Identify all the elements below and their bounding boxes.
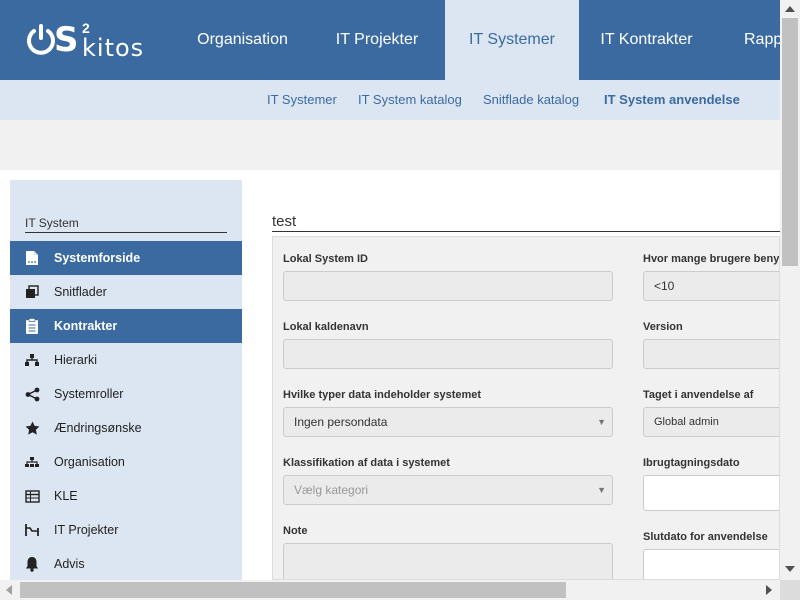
classification-select[interactable]: Vælg kategori ▼ — [283, 475, 613, 505]
sidebar-item-systemforside[interactable]: Systemforside — [10, 241, 242, 275]
sidebar-item-hierarki[interactable]: Hierarki — [10, 343, 242, 377]
chevron-down-icon: ▼ — [597, 417, 606, 427]
end-date-field[interactable] — [643, 549, 779, 579]
chevron-down-icon: ▼ — [597, 485, 606, 495]
sidebar: IT System Systemforside Snitflader Kontr… — [10, 180, 242, 580]
logo-kitos: kitos — [82, 34, 145, 62]
sidebar-item-label: Organisation — [54, 455, 125, 469]
window-icon — [10, 285, 54, 299]
local-name-label: Lokal kaldenavn — [283, 321, 369, 333]
sitemap-icon — [10, 353, 54, 367]
data-types-select[interactable]: Ingen persondata ▼ — [283, 407, 613, 437]
data-types-value: Ingen persondata — [294, 415, 388, 429]
scrollbar-corner — [780, 580, 800, 600]
power-icon — [27, 24, 55, 55]
nav-rapporter[interactable]: Rapp — [724, 0, 780, 80]
start-date-label: Ibrugtagningsdato — [643, 457, 740, 469]
bell-icon — [10, 556, 54, 572]
sidebar-title: IT System — [25, 216, 227, 233]
users-count-label: Hvor mange brugere benytt — [643, 253, 780, 265]
nav-it-kontrakter[interactable]: IT Kontrakter — [584, 0, 709, 80]
sidebar-item-label: Systemroller — [54, 387, 124, 401]
gray-band — [0, 120, 780, 170]
version-field[interactable] — [643, 339, 779, 369]
start-date-field[interactable] — [643, 475, 779, 511]
nav-it-projekter[interactable]: IT Projekter — [318, 0, 436, 80]
scroll-down-icon[interactable] — [785, 566, 795, 572]
sidebar-item-systemroller[interactable]: Systemroller — [10, 377, 242, 411]
scroll-right-icon[interactable] — [766, 585, 772, 595]
sidebar-item-label: Snitflader — [54, 285, 107, 299]
classification-placeholder: Vælg kategori — [294, 483, 369, 497]
classification-label: Klassifikation af data i systemet — [283, 457, 450, 469]
project-icon — [10, 523, 54, 537]
horizontal-scrollbar[interactable] — [0, 580, 780, 600]
share-icon — [10, 387, 54, 402]
nav-organisation[interactable]: Organisation — [180, 0, 305, 80]
sidebar-item-label: KLE — [54, 489, 78, 503]
sidebar-item-aendringsonske[interactable]: Ændringsønske — [10, 411, 242, 445]
subnav-it-systemer[interactable]: IT Systemer — [267, 80, 337, 120]
title-divider — [272, 231, 780, 232]
sidebar-item-kle[interactable]: KLE — [10, 479, 242, 513]
sidebar-item-label: Hierarki — [54, 353, 98, 367]
local-name-field[interactable] — [283, 339, 613, 369]
taken-by-label: Taget i anvendelse af — [643, 389, 754, 401]
horizontal-scroll-thumb[interactable] — [20, 582, 566, 598]
scroll-left-icon[interactable] — [6, 585, 12, 595]
org-icon — [10, 456, 54, 468]
clipboard-icon — [10, 317, 54, 335]
note-label: Note — [283, 525, 308, 537]
data-types-label: Hvilke typer data indeholder systemet — [283, 389, 482, 401]
sidebar-item-label: Kontrakter — [54, 319, 118, 333]
local-system-id-field[interactable] — [283, 271, 613, 301]
vertical-scroll-thumb[interactable] — [782, 18, 798, 266]
note-field[interactable] — [283, 543, 613, 579]
subnav-snitflade-katalog[interactable]: Snitflade katalog — [483, 80, 579, 120]
subnav-it-system-anvendelse[interactable]: IT System anvendelse — [604, 80, 740, 120]
os2kitos-logo[interactable]: S 2 kitos — [26, 20, 156, 62]
sidebar-item-label: Ændringsønske — [54, 421, 142, 435]
subnav-it-system-katalog[interactable]: IT System katalog — [358, 80, 462, 120]
sidebar-item-snitflader[interactable]: Snitflader — [10, 275, 242, 309]
users-count-select[interactable]: <10 — [643, 271, 779, 301]
nav-it-systemer[interactable]: IT Systemer — [445, 0, 579, 80]
version-label: Version — [643, 321, 683, 333]
sidebar-item-label: Systemforside — [54, 251, 141, 265]
scroll-up-icon[interactable] — [785, 6, 795, 12]
taken-by-field[interactable]: Global admin — [643, 407, 779, 437]
top-navigation: S 2 kitos Organisation IT Projekter IT S… — [0, 0, 780, 80]
sidebar-item-it-projekter[interactable]: IT Projekter — [10, 513, 242, 547]
sidebar-item-label: Advis — [54, 557, 85, 571]
sub-navigation: IT Systemer IT System katalog Snitflade … — [0, 80, 780, 120]
logo-s: S — [54, 20, 79, 60]
document-icon — [10, 250, 54, 266]
sidebar-item-kontrakter[interactable]: Kontrakter — [10, 309, 242, 343]
sidebar-item-organisation[interactable]: Organisation — [10, 445, 242, 479]
sidebar-item-label: IT Projekter — [54, 523, 119, 537]
star-icon — [10, 421, 54, 436]
local-system-id-label: Lokal System ID — [283, 253, 368, 265]
form-panel: Lokal System ID Lokal kaldenavn Hvilke t… — [272, 236, 780, 580]
page-title: test — [272, 213, 297, 230]
table-icon — [10, 489, 54, 503]
sidebar-item-advis[interactable]: Advis — [10, 547, 242, 580]
end-date-label: Slutdato for anvendelse — [643, 531, 768, 543]
vertical-scrollbar[interactable] — [780, 0, 800, 580]
